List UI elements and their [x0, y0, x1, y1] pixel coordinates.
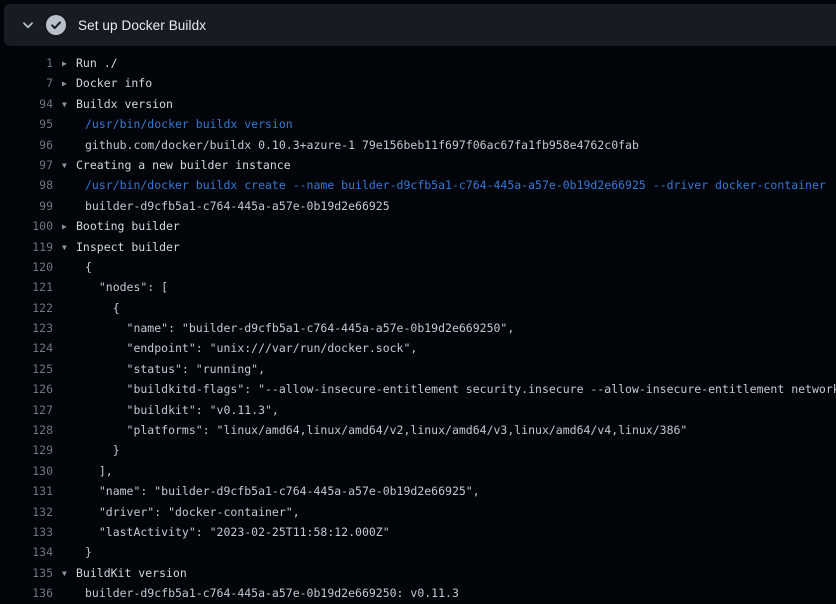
log-line: 126 "buildkitd-flags": "--allow-insecure…	[0, 379, 836, 399]
line-text: }	[85, 542, 92, 562]
line-number[interactable]: 7	[0, 73, 53, 93]
log-line: 122 {	[0, 298, 836, 318]
log-line: 7 ▶ Docker info	[0, 73, 836, 93]
log-area: 1 ▶ Run ./ 7 ▶ Docker info 94 ▼ Buildx v…	[0, 46, 836, 604]
line-number[interactable]: 100	[0, 216, 53, 236]
log-line: 120 {	[0, 257, 836, 277]
line-number[interactable]: 134	[0, 542, 53, 562]
log-line: 119 ▼ Inspect builder	[0, 237, 836, 257]
line-number[interactable]: 121	[0, 277, 53, 297]
line-text: "buildkit": "v0.11.3",	[85, 400, 279, 420]
log-line: 94 ▼ Buildx version	[0, 94, 836, 114]
line-number[interactable]: 1	[0, 53, 53, 73]
log-line: 123 "name": "builder-d9cfb5a1-c764-445a-…	[0, 318, 836, 338]
group-toggle-icon[interactable]: ▶	[62, 54, 76, 74]
step-title[interactable]: Set up Docker Buildx	[78, 18, 206, 33]
line-number[interactable]: 125	[0, 359, 53, 379]
line-text: "platforms": "linux/amd64,linux/amd64/v2…	[85, 420, 687, 440]
line-number[interactable]: 135	[0, 563, 53, 583]
log-line: 136 builder-d9cfb5a1-c764-445a-a57e-0b19…	[0, 583, 836, 603]
line-number[interactable]: 123	[0, 318, 53, 338]
line-text: "buildkitd-flags": "--allow-insecure-ent…	[85, 379, 836, 399]
check-circle-icon	[46, 15, 66, 35]
line-number[interactable]: 128	[0, 420, 53, 440]
line-text: "status": "running",	[85, 359, 265, 379]
group-toggle-icon[interactable]: ▼	[62, 95, 76, 115]
line-number[interactable]: 99	[0, 196, 53, 216]
line-number[interactable]: 130	[0, 461, 53, 481]
group-toggle-icon[interactable]: ▼	[62, 156, 76, 176]
line-text[interactable]: Run ./	[76, 53, 118, 73]
line-number[interactable]: 126	[0, 379, 53, 399]
line-text: "name": "builder-d9cfb5a1-c764-445a-a57e…	[85, 481, 480, 501]
group-toggle-icon[interactable]: ▶	[62, 217, 76, 237]
log-line: 124 "endpoint": "unix:///var/run/docker.…	[0, 338, 836, 358]
line-text: github.com/docker/buildx 0.10.3+azure-1 …	[85, 135, 639, 155]
line-text: "driver": "docker-container",	[85, 502, 300, 522]
log-line: 125 "status": "running",	[0, 359, 836, 379]
log-lines: 1 ▶ Run ./ 7 ▶ Docker info 94 ▼ Buildx v…	[0, 53, 836, 604]
line-number[interactable]: 119	[0, 237, 53, 257]
line-number[interactable]: 95	[0, 114, 53, 134]
line-text: ],	[85, 461, 113, 481]
line-number[interactable]: 131	[0, 481, 53, 501]
log-line: 97 ▼ Creating a new builder instance	[0, 155, 836, 175]
line-number[interactable]: 129	[0, 440, 53, 460]
line-number[interactable]: 97	[0, 155, 53, 175]
line-number[interactable]: 133	[0, 522, 53, 542]
line-text: builder-d9cfb5a1-c764-445a-a57e-0b19d2e6…	[85, 583, 459, 603]
line-text: }	[85, 440, 120, 460]
line-text[interactable]: Booting builder	[76, 216, 180, 236]
line-number[interactable]: 98	[0, 175, 53, 195]
log-line: 131 "name": "builder-d9cfb5a1-c764-445a-…	[0, 481, 836, 501]
log-line: 100 ▶ Booting builder	[0, 216, 836, 236]
line-number[interactable]: 124	[0, 338, 53, 358]
chevron-down-icon[interactable]	[20, 17, 36, 33]
log-line: 132 "driver": "docker-container",	[0, 502, 836, 522]
log-line: 134 }	[0, 542, 836, 562]
step-header[interactable]: Set up Docker Buildx	[4, 4, 836, 46]
group-toggle-icon[interactable]: ▼	[62, 564, 76, 584]
line-number[interactable]: 127	[0, 400, 53, 420]
line-text[interactable]: Docker info	[76, 73, 152, 93]
line-text: /usr/bin/docker buildx create --name bui…	[85, 175, 826, 195]
line-text[interactable]: Creating a new builder instance	[76, 155, 291, 175]
line-number[interactable]: 122	[0, 298, 53, 318]
line-text: "lastActivity": "2023-02-25T11:58:12.000…	[85, 522, 390, 542]
line-number[interactable]: 96	[0, 135, 53, 155]
line-text: /usr/bin/docker buildx version	[85, 114, 293, 134]
line-text[interactable]: BuildKit version	[76, 563, 187, 583]
log-line: 135 ▼ BuildKit version	[0, 563, 836, 583]
log-line: 129 }	[0, 440, 836, 460]
line-text: {	[85, 257, 92, 277]
log-line: 96 github.com/docker/buildx 0.10.3+azure…	[0, 135, 836, 155]
group-toggle-icon[interactable]: ▼	[62, 238, 76, 258]
line-text: "nodes": [	[85, 277, 168, 297]
line-text[interactable]: Buildx version	[76, 94, 173, 114]
log-line: 133 "lastActivity": "2023-02-25T11:58:12…	[0, 522, 836, 542]
log-line: 95 /usr/bin/docker buildx version	[0, 114, 836, 134]
line-text: "name": "builder-d9cfb5a1-c764-445a-a57e…	[85, 318, 514, 338]
log-line: 99 builder-d9cfb5a1-c764-445a-a57e-0b19d…	[0, 196, 836, 216]
log-line: 127 "buildkit": "v0.11.3",	[0, 400, 836, 420]
line-number[interactable]: 120	[0, 257, 53, 277]
log-line: 1 ▶ Run ./	[0, 53, 836, 73]
log-line: 130 ],	[0, 461, 836, 481]
line-number[interactable]: 94	[0, 94, 53, 114]
line-text: "endpoint": "unix:///var/run/docker.sock…	[85, 338, 417, 358]
line-text[interactable]: Inspect builder	[76, 237, 180, 257]
line-number[interactable]: 132	[0, 502, 53, 522]
line-text: {	[85, 298, 120, 318]
log-line: 128 "platforms": "linux/amd64,linux/amd6…	[0, 420, 836, 440]
group-toggle-icon[interactable]: ▶	[62, 74, 76, 94]
line-text: builder-d9cfb5a1-c764-445a-a57e-0b19d2e6…	[85, 196, 390, 216]
log-line: 121 "nodes": [	[0, 277, 836, 297]
log-line: 98 /usr/bin/docker buildx create --name …	[0, 175, 836, 195]
line-number[interactable]: 136	[0, 583, 53, 603]
